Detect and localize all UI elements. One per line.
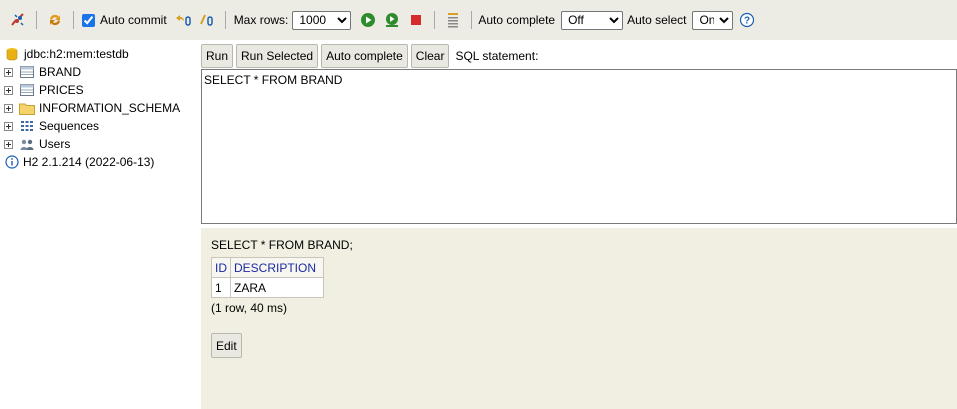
expand-icon[interactable] bbox=[4, 103, 13, 113]
table-cell: ZARA bbox=[230, 277, 324, 298]
tree-item-label: BRAND bbox=[39, 65, 82, 79]
sql-statement-label: SQL statement: bbox=[455, 49, 539, 63]
toolbar-separator bbox=[471, 11, 473, 29]
tree-version: H2 2.1.214 (2022-06-13) bbox=[0, 153, 200, 171]
rollback-icon[interactable] bbox=[174, 11, 192, 29]
column-header-id[interactable]: ID bbox=[211, 257, 231, 278]
table-header-row: ID DESCRIPTION bbox=[211, 257, 324, 278]
max-rows-select[interactable]: 1000 bbox=[292, 10, 352, 30]
auto-complete-select[interactable]: Off bbox=[561, 10, 624, 30]
result-panel: SELECT * FROM BRAND; ID DESCRIPTION 1 ZA… bbox=[201, 228, 957, 409]
toolbar-separator bbox=[224, 11, 226, 29]
expand-icon[interactable] bbox=[4, 139, 13, 149]
connection-url: jdbc:h2:mem:testdb bbox=[24, 47, 129, 61]
folder-icon bbox=[19, 101, 35, 115]
auto-commit-checkbox[interactable] bbox=[82, 13, 95, 27]
table-cell: 1 bbox=[211, 277, 231, 298]
expand-icon[interactable] bbox=[4, 85, 13, 95]
query-toolbar: Run Run Selected Auto complete Clear SQL… bbox=[201, 44, 538, 68]
version-text: H2 2.1.214 (2022-06-13) bbox=[23, 155, 155, 169]
toolbar-separator bbox=[36, 11, 37, 29]
auto-commit-label: Auto commit bbox=[100, 13, 167, 27]
expand-icon[interactable] bbox=[4, 121, 13, 131]
result-table: ID DESCRIPTION 1 ZARA bbox=[211, 257, 324, 298]
run-button[interactable]: Run bbox=[201, 44, 234, 68]
auto-select-select[interactable]: On bbox=[692, 10, 734, 30]
tree-item-label: Users bbox=[39, 137, 71, 151]
table-icon bbox=[19, 65, 35, 79]
expand-icon[interactable] bbox=[4, 67, 13, 77]
stop-icon[interactable] bbox=[407, 11, 425, 29]
clear-button[interactable]: Clear bbox=[410, 44, 450, 68]
commit-icon[interactable] bbox=[198, 11, 216, 29]
run-icon[interactable] bbox=[359, 11, 377, 29]
info-icon bbox=[4, 155, 20, 169]
toolbar-separator bbox=[73, 11, 74, 29]
run-selected-button[interactable]: Run Selected bbox=[236, 44, 319, 68]
toolbar-separator bbox=[434, 11, 436, 29]
sequences-icon bbox=[19, 119, 35, 133]
table-row: 1 ZARA bbox=[211, 277, 324, 298]
database-icon bbox=[4, 47, 20, 61]
tree-item-label: PRICES bbox=[39, 83, 84, 97]
edit-button[interactable]: Edit bbox=[211, 333, 242, 358]
column-header-description[interactable]: DESCRIPTION bbox=[230, 257, 324, 278]
max-rows-label: Max rows: bbox=[233, 13, 289, 27]
table-icon bbox=[19, 83, 35, 97]
schema-tree: jdbc:h2:mem:testdb BRAND PRICES INFORMAT… bbox=[0, 45, 200, 171]
run-selected-icon[interactable] bbox=[383, 11, 401, 29]
history-icon[interactable] bbox=[444, 11, 462, 29]
refresh-icon[interactable] bbox=[46, 11, 64, 29]
tree-item-sequences[interactable]: Sequences bbox=[0, 117, 200, 135]
result-sql-text: SELECT * FROM BRAND; bbox=[211, 238, 353, 252]
tree-connection[interactable]: jdbc:h2:mem:testdb bbox=[0, 45, 200, 63]
auto-complete-button[interactable]: Auto complete bbox=[321, 44, 408, 68]
tree-item-users[interactable]: Users bbox=[0, 135, 200, 153]
help-icon[interactable]: ? bbox=[738, 11, 756, 29]
users-icon bbox=[19, 137, 35, 151]
auto-complete-label: Auto complete bbox=[478, 13, 556, 27]
tree-item-label: Sequences bbox=[39, 119, 100, 133]
tree-item-information-schema[interactable]: INFORMATION_SCHEMA bbox=[0, 99, 200, 117]
tree-item-brand[interactable]: BRAND bbox=[0, 63, 200, 81]
auto-select-label: Auto select bbox=[627, 13, 687, 27]
toolbar: Auto commit Max rows: 1000 Auto complete… bbox=[0, 0, 957, 40]
disconnect-icon[interactable] bbox=[9, 11, 27, 29]
sql-editor[interactable]: SELECT * FROM BRAND bbox=[201, 69, 957, 224]
tree-item-prices[interactable]: PRICES bbox=[0, 81, 200, 99]
tree-item-label: INFORMATION_SCHEMA bbox=[39, 101, 181, 115]
result-info: (1 row, 40 ms) bbox=[211, 301, 288, 315]
help-glyph: ? bbox=[744, 16, 750, 27]
